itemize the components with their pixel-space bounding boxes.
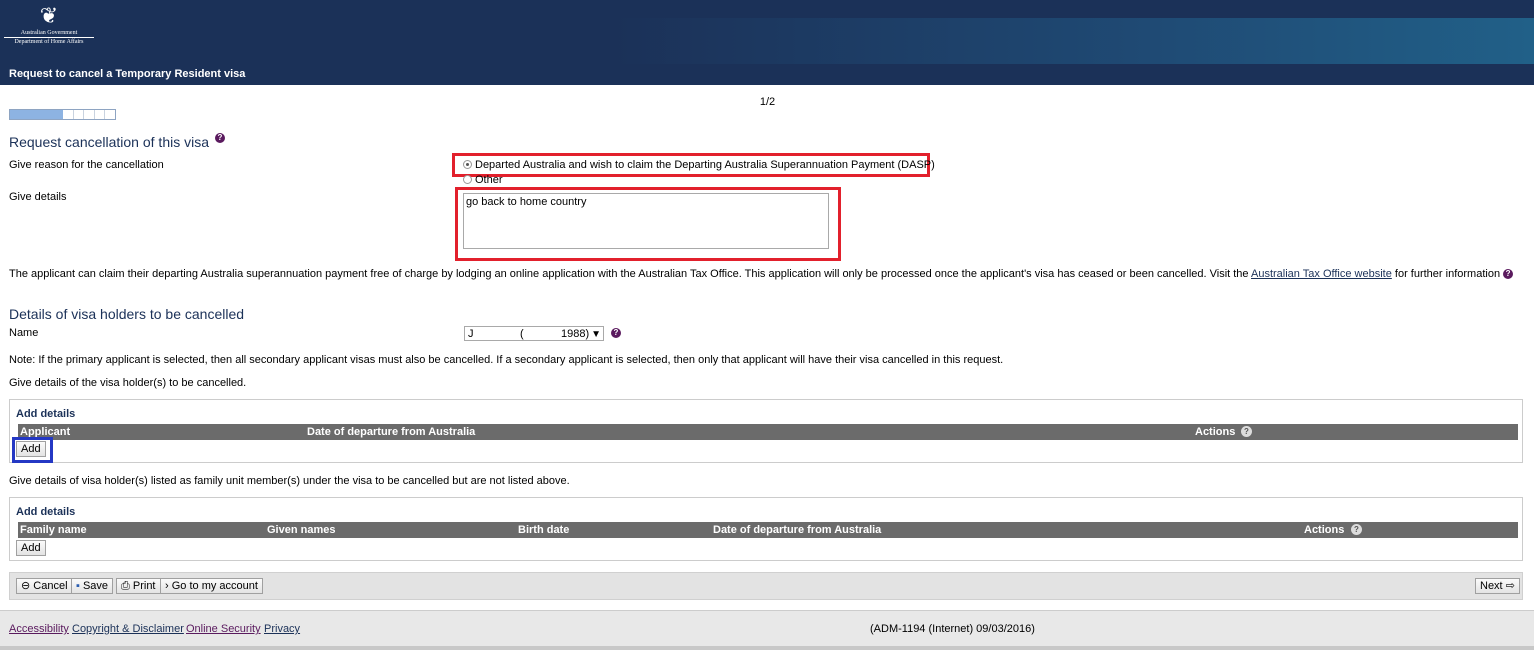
details-label: Give details bbox=[9, 191, 67, 203]
table-header: Applicant Date of departure from Austral… bbox=[18, 424, 1518, 440]
section-heading-cancellation: Request cancellation of this visa ? bbox=[9, 133, 225, 150]
add-details-panel-applicants: Add details Applicant Date of departure … bbox=[9, 399, 1523, 463]
print-icon: ⎙ bbox=[121, 580, 130, 592]
chevron-right-icon: › bbox=[165, 580, 169, 592]
reason-option-label: Other bbox=[475, 174, 503, 186]
copyright-link[interactable]: Copyright & Disclaimer bbox=[72, 623, 184, 635]
page-title-bar: Request to cancel a Temporary Resident v… bbox=[0, 64, 1534, 85]
footer-bottom-bar bbox=[0, 646, 1534, 650]
arrow-right-icon: ⇨ bbox=[1505, 580, 1515, 592]
form-code: (ADM-1194 (Internet) 09/03/2016) bbox=[870, 623, 1035, 635]
name-select-value: ( bbox=[520, 328, 524, 340]
details-textarea[interactable] bbox=[463, 193, 829, 249]
page-number: 1/2 bbox=[759, 96, 776, 108]
help-icon[interactable]: ? bbox=[214, 133, 225, 144]
help-icon[interactable]: ? bbox=[1241, 426, 1252, 437]
progress-segment bbox=[104, 110, 105, 119]
crest-icon: ❦ bbox=[39, 3, 59, 28]
save-icon: ▪ bbox=[76, 580, 80, 592]
dasp-info-text: The applicant can claim their departing … bbox=[9, 268, 1529, 280]
logo-line2: Department of Home Affairs bbox=[4, 37, 94, 46]
print-label: Print bbox=[132, 580, 156, 592]
column-header: Birth date bbox=[518, 524, 570, 536]
column-header: Family name bbox=[20, 524, 87, 536]
next-button[interactable]: Next ⇨ bbox=[1475, 578, 1520, 594]
family-instruction: Give details of visa holder(s) listed as… bbox=[9, 475, 570, 487]
go-to-account-button[interactable]: › Go to my account bbox=[160, 578, 263, 594]
column-header: Date of departure from Australia bbox=[307, 426, 476, 438]
name-label: Name bbox=[9, 327, 39, 339]
cancel-icon: ⊖ bbox=[21, 580, 31, 592]
column-header: Actions bbox=[1304, 524, 1345, 536]
government-logo: ❦ Australian Government Department of Ho… bbox=[4, 3, 94, 55]
reason-option-dasp[interactable]: Departed Australia and wish to claim the… bbox=[463, 159, 935, 171]
cancel-button[interactable]: ⊖ Cancel bbox=[16, 578, 73, 594]
save-label: Save bbox=[82, 580, 109, 592]
help-icon[interactable]: ? bbox=[1351, 524, 1362, 535]
add-applicant-button[interactable]: Add bbox=[16, 441, 46, 457]
table-header: Family name Given names Birth date Date … bbox=[18, 522, 1518, 538]
online-security-link[interactable]: Online Security bbox=[186, 623, 261, 635]
cancel-label: Cancel bbox=[33, 580, 68, 592]
progress-segment bbox=[73, 110, 74, 119]
reason-option-label: Departed Australia and wish to claim the… bbox=[475, 159, 935, 171]
banner-band bbox=[0, 0, 1534, 18]
name-select-value: J bbox=[468, 328, 474, 340]
print-button[interactable]: ⎙ Print bbox=[116, 578, 161, 594]
page-title: Request to cancel a Temporary Resident v… bbox=[9, 68, 246, 80]
footer: Accessibility Copyright & Disclaimer Onl… bbox=[0, 610, 1534, 650]
panel-title: Add details bbox=[16, 506, 76, 518]
section-heading-holders: Details of visa holders to be cancelled bbox=[9, 306, 245, 322]
ato-website-link[interactable]: Australian Tax Office website bbox=[1251, 268, 1392, 280]
add-details-panel-family: Add details Family name Given names Birt… bbox=[9, 497, 1523, 561]
progress-bar bbox=[9, 109, 116, 120]
name-select[interactable]: J ( 1988) ▼ bbox=[464, 326, 604, 341]
primary-note: Note: If the primary applicant is select… bbox=[9, 354, 1004, 366]
header-banner: ❦ Australian Government Department of Ho… bbox=[0, 0, 1534, 64]
accessibility-link[interactable]: Accessibility bbox=[9, 623, 69, 635]
chevron-down-icon: ▼ bbox=[591, 329, 601, 340]
action-bar: ⊖ Cancel ▪ Save ⎙ Print › Go to my accou… bbox=[9, 572, 1523, 600]
save-button[interactable]: ▪ Save bbox=[71, 578, 114, 594]
reason-label: Give reason for the cancellation bbox=[9, 159, 164, 171]
progress-segment bbox=[83, 110, 84, 119]
radio-icon[interactable] bbox=[463, 174, 472, 184]
info-text-after: for further information bbox=[1391, 268, 1501, 280]
progress-segment bbox=[94, 110, 95, 119]
next-label: Next bbox=[1480, 580, 1503, 592]
account-label: Go to my account bbox=[171, 580, 258, 592]
help-icon[interactable]: ? bbox=[611, 328, 621, 338]
progress-fill bbox=[10, 110, 63, 119]
reason-option-other[interactable]: Other bbox=[463, 174, 503, 186]
column-header: Actions bbox=[1195, 426, 1236, 438]
radio-selected-icon[interactable] bbox=[463, 159, 472, 169]
name-select-value: 1988) bbox=[561, 328, 590, 340]
help-icon[interactable]: ? bbox=[1503, 269, 1514, 280]
privacy-link[interactable]: Privacy bbox=[264, 623, 300, 635]
holders-instruction: Give details of the visa holder(s) to be… bbox=[9, 377, 247, 389]
logo-line1: Australian Government bbox=[20, 30, 78, 36]
info-text: The applicant can claim their departing … bbox=[9, 268, 1251, 280]
panel-title: Add details bbox=[16, 408, 76, 420]
column-header: Date of departure from Australia bbox=[713, 524, 882, 536]
column-header: Given names bbox=[267, 524, 336, 536]
add-family-button[interactable]: Add bbox=[16, 540, 46, 556]
section-heading-text: Request cancellation of this visa bbox=[9, 134, 209, 150]
